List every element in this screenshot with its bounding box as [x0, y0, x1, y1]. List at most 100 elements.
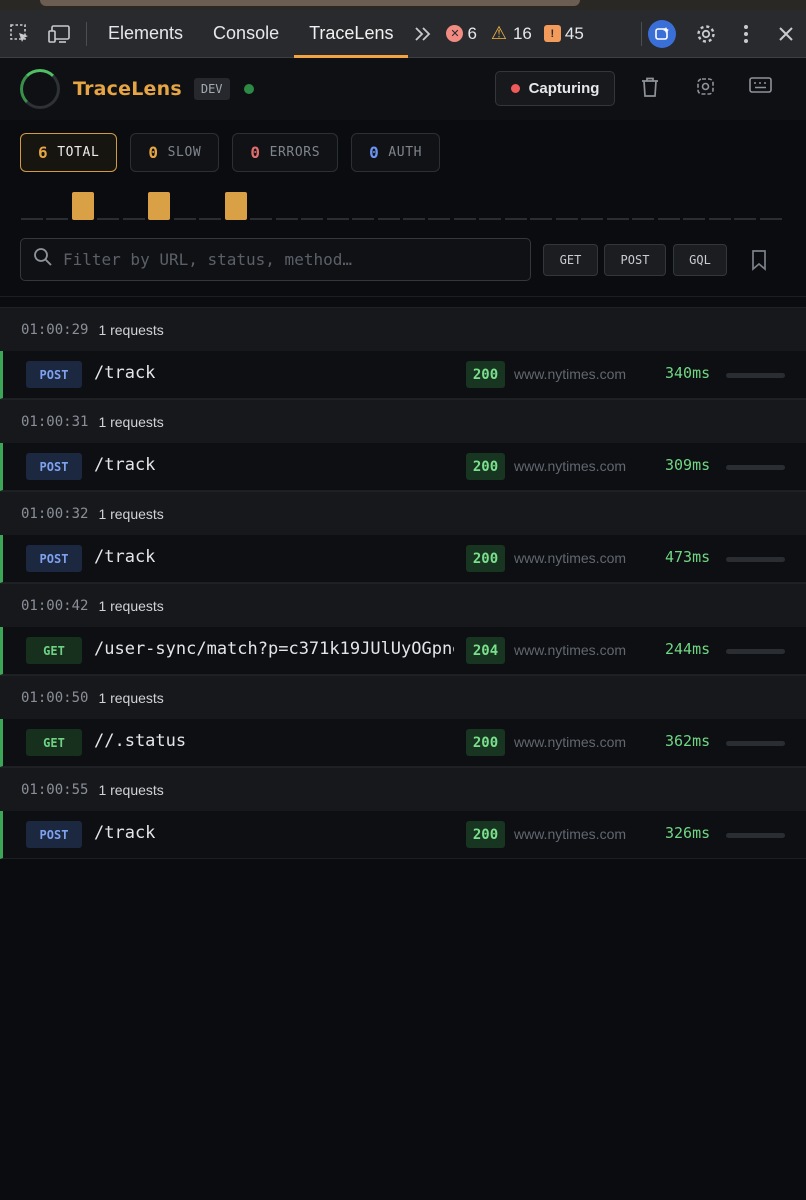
timeline-bar-empty: [657, 218, 680, 220]
timeline-bar-empty: [122, 218, 145, 220]
status-badge: 200: [466, 821, 505, 848]
status-badge: 200: [466, 729, 505, 756]
capture-toggle-button[interactable]: Capturing: [495, 71, 615, 106]
duration-bar: [726, 465, 785, 470]
stat-slow-count: 0: [148, 143, 159, 162]
timeline-bar-active: [148, 192, 171, 220]
keyboard-shortcuts-icon[interactable]: [749, 76, 772, 99]
request-list: 01:00:29 1 requests POST /track 200 www.…: [0, 307, 806, 859]
group-header: 01:00:31 1 requests: [0, 399, 806, 443]
timeline-bar-empty: [530, 218, 553, 220]
request-path: /track: [94, 363, 156, 383]
tab-tracelens[interactable]: TraceLens: [294, 10, 409, 58]
duration-bar: [726, 557, 785, 562]
request-timeline: [20, 186, 784, 220]
request-host: www.nytimes.com: [514, 366, 627, 382]
method-filter-gql-button[interactable]: GQL: [673, 244, 727, 276]
timeline-bar-empty: [479, 218, 502, 220]
timeline-bar-empty: [581, 218, 604, 220]
group-count: 1 requests: [98, 689, 164, 706]
timeline-bar-empty: [250, 218, 273, 220]
request-row[interactable]: GET /user-sync/match?p=c371k19JUlUyOGpne…: [0, 627, 806, 675]
status-badge: 200: [466, 453, 505, 480]
ai-assistance-icon[interactable]: [648, 19, 676, 48]
filter-input[interactable]: [63, 250, 503, 269]
method-badge: POST: [26, 453, 82, 480]
stat-auth-pill[interactable]: 0 AUTH: [351, 133, 441, 172]
stat-slow-pill[interactable]: 0 SLOW: [130, 133, 220, 172]
method-badge: POST: [26, 361, 82, 388]
warning-counter[interactable]: ⚠ 16: [489, 23, 532, 44]
bookmark-icon[interactable]: [750, 249, 768, 276]
request-row[interactable]: GET //.status 200 www.nytimes.com 362ms: [0, 719, 806, 767]
group-header: 01:00:55 1 requests: [0, 767, 806, 811]
stat-errors-label: ERRORS: [269, 145, 321, 160]
settings-icon[interactable]: [695, 76, 716, 102]
group-header: 01:00:42 1 requests: [0, 583, 806, 627]
group-header: 01:00:29 1 requests: [0, 307, 806, 351]
connection-status-dot: [243, 84, 254, 94]
tab-console[interactable]: Console: [198, 10, 294, 58]
timeline-bar-empty: [275, 218, 298, 220]
request-row[interactable]: POST /track 200 www.nytimes.com 340ms: [0, 351, 806, 399]
status-badge: 200: [466, 545, 505, 572]
settings-gear-icon[interactable]: [686, 10, 726, 58]
group-time: 01:00:29: [21, 321, 89, 338]
timeline-bar-empty: [352, 218, 375, 220]
kebab-menu-icon[interactable]: [726, 10, 766, 58]
stat-total-pill[interactable]: 6 TOTAL: [20, 133, 118, 172]
tab-elements[interactable]: Elements: [93, 10, 198, 58]
group-count: 1 requests: [98, 321, 164, 338]
warning-icon: ⚠: [490, 23, 507, 43]
console-counters[interactable]: ✕ 6 ⚠ 16 ! 45: [446, 23, 595, 44]
timeline-bar-empty: [377, 218, 400, 220]
request-host: www.nytimes.com: [514, 458, 627, 474]
app-header: TraceLens DEV Capturing: [0, 58, 806, 120]
capture-label: Capturing: [528, 80, 600, 97]
stat-errors-pill[interactable]: 0 ERRORS: [232, 133, 339, 172]
stat-total-label: TOTAL: [57, 145, 100, 160]
status-badge: 200: [466, 361, 505, 388]
request-duration: 473ms: [665, 548, 711, 566]
request-duration: 362ms: [665, 732, 711, 750]
devtools-toolbar: Elements Console TraceLens ✕ 6 ⚠ 16 ! 45: [0, 10, 806, 58]
request-host: www.nytimes.com: [514, 734, 627, 750]
app-title: TraceLens: [73, 78, 182, 100]
request-row[interactable]: POST /track 200 www.nytimes.com 309ms: [0, 443, 806, 491]
timeline-bar-empty: [428, 218, 451, 220]
request-row[interactable]: POST /track 200 www.nytimes.com 326ms: [0, 811, 806, 859]
timeline-bar-empty: [173, 218, 196, 220]
request-host: www.nytimes.com: [514, 826, 627, 842]
device-toolbar-icon[interactable]: [40, 10, 80, 58]
inspect-element-icon[interactable]: [0, 10, 40, 58]
close-devtools-icon[interactable]: [766, 10, 806, 58]
trash-icon[interactable]: [640, 76, 660, 103]
timeline-bar-empty: [199, 218, 222, 220]
timeline-bar-empty: [555, 218, 578, 220]
group-time: 01:00:55: [21, 781, 89, 798]
group-count: 1 requests: [98, 505, 164, 522]
method-filter-post-button[interactable]: POST: [604, 244, 666, 276]
group-time: 01:00:50: [21, 689, 89, 706]
method-badge: GET: [26, 729, 82, 756]
method-filter-get-button[interactable]: GET: [543, 244, 598, 276]
stat-errors-count: 0: [250, 143, 261, 162]
timeline-bar-empty: [606, 218, 629, 220]
request-duration: 244ms: [665, 640, 711, 658]
request-row[interactable]: POST /track 200 www.nytimes.com 473ms: [0, 535, 806, 583]
error-icon: ✕: [446, 25, 464, 42]
request-path: /user-sync/match?p=c371k19JUlUyOGpneGt: [94, 639, 454, 659]
group-count: 1 requests: [98, 413, 164, 430]
stats-filter-bar: 6 TOTAL 0 SLOW 0 ERRORS 0 AUTH: [20, 133, 453, 172]
error-counter[interactable]: ✕ 6: [446, 24, 477, 44]
timeline-bar-empty: [708, 218, 731, 220]
stat-auth-count: 0: [369, 143, 380, 162]
group-header: 01:00:32 1 requests: [0, 491, 806, 535]
search-icon: [33, 247, 53, 272]
toolbar-separator-right: [641, 21, 642, 46]
timeline-bar-empty: [759, 218, 782, 220]
request-path: //.status: [94, 731, 187, 751]
group-count: 1 requests: [98, 781, 164, 798]
more-tabs-icon[interactable]: [408, 10, 438, 58]
issue-counter[interactable]: ! 45: [543, 24, 584, 44]
